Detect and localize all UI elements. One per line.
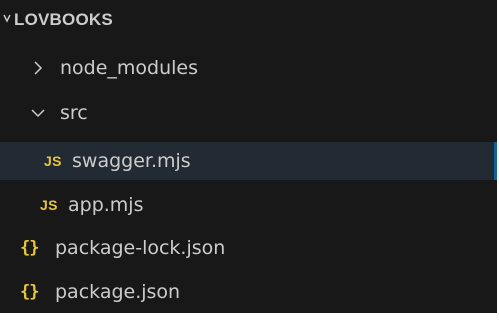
tree-item-label: app.mjs xyxy=(68,194,144,216)
chevron-down-icon xyxy=(3,14,11,23)
chevron-down-icon xyxy=(31,109,45,118)
tree-item-node-modules[interactable]: node_modules xyxy=(0,49,497,87)
tree-item-src[interactable]: src xyxy=(0,94,497,132)
project-name: LOVBOOKS xyxy=(14,10,113,29)
chevron-right-icon xyxy=(34,61,43,75)
tree-item-label: swagger.mjs xyxy=(72,150,191,172)
tree-item-label: package.json xyxy=(55,281,181,303)
tree-item-label: src xyxy=(60,102,88,124)
json-file-icon: {} xyxy=(20,238,40,258)
json-file-icon: {} xyxy=(20,282,40,302)
js-file-icon: JS xyxy=(40,197,58,213)
file-explorer: LOVBOOKS node_modules src JS swagger.mjs… xyxy=(0,0,497,313)
tree-item-label: package-lock.json xyxy=(55,237,226,259)
js-file-icon: JS xyxy=(44,153,62,169)
project-header[interactable]: LOVBOOKS xyxy=(0,0,497,38)
tree-item-swagger-mjs[interactable]: JS swagger.mjs xyxy=(0,142,497,180)
tree-item-label: node_modules xyxy=(60,57,199,79)
tree-item-package-lock-json[interactable]: {} package-lock.json xyxy=(0,229,497,267)
tree-item-package-json[interactable]: {} package.json xyxy=(0,273,497,311)
tree-item-app-mjs[interactable]: JS app.mjs xyxy=(0,186,497,224)
